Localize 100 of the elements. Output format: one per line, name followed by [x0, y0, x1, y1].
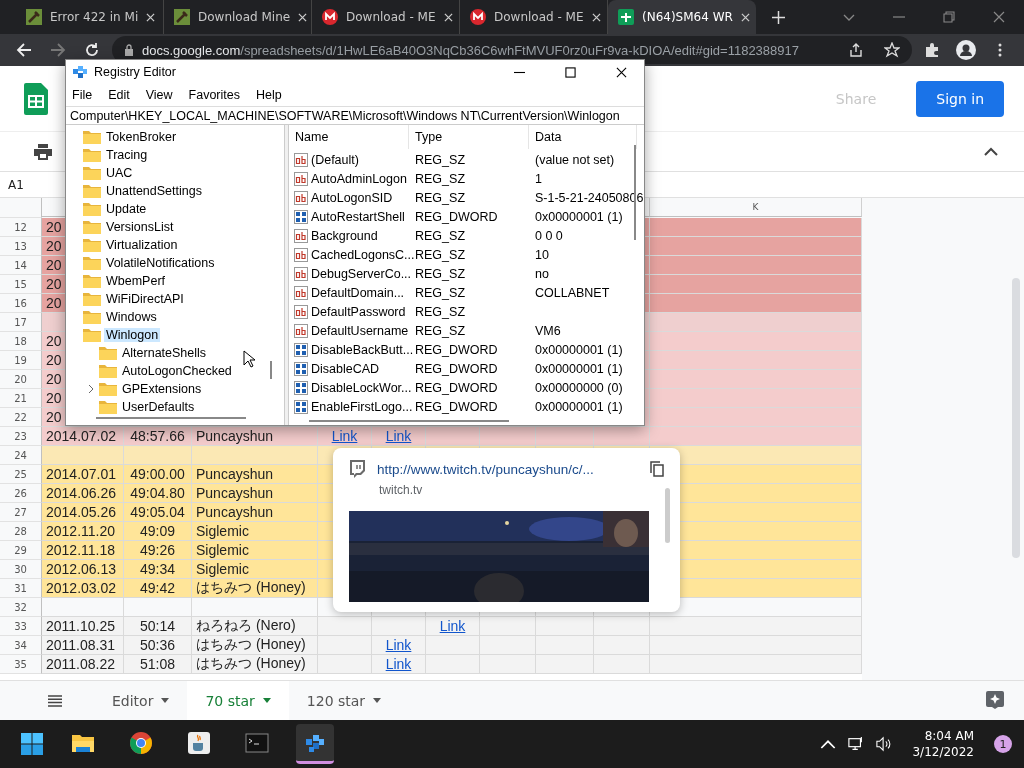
value-name[interactable]: DisableCAD [311, 361, 380, 376]
tree-item[interactable]: UserDefaults [120, 400, 197, 414]
menu-item[interactable]: Favorites [188, 88, 240, 102]
link[interactable]: Link [331, 428, 358, 444]
table-cell: はちみつ (Honey) [196, 579, 306, 597]
link[interactable]: Link [385, 428, 412, 444]
puzzle-icon[interactable] [924, 42, 940, 58]
scrollbar[interactable] [96, 417, 246, 419]
copy-icon[interactable] [650, 461, 664, 477]
tree-item[interactable]: Winlogon [104, 328, 161, 342]
tree-item[interactable]: WiFiDirectAPI [104, 292, 186, 306]
menu-item[interactable]: Edit [108, 88, 130, 102]
sheet-tab[interactable]: 120 star [288, 681, 400, 720]
monitor-icon[interactable] [848, 736, 865, 752]
sheets-logo-icon[interactable] [24, 82, 48, 115]
row-number: 19 [14, 354, 27, 366]
address-field[interactable]: Computer\HKEY_LOCAL_MACHINE\SOFTWARE\Microsoft\Windows NT\CurrentVersion\Winlogon [66, 106, 644, 125]
notification-badge[interactable]: 1 [994, 735, 1012, 753]
reload-icon[interactable] [84, 42, 100, 58]
column-header[interactable]: Type [409, 125, 529, 149]
preview-link[interactable]: http://www.twitch.tv/puncayshun/c/... [377, 461, 638, 477]
value-name[interactable]: DefaultUsername [311, 323, 409, 338]
column-header[interactable]: Name [289, 125, 409, 149]
scrollbar[interactable] [309, 420, 509, 422]
window-title: Registry Editor [94, 65, 176, 79]
expand-icon[interactable] [88, 384, 94, 394]
menu-icon[interactable] [48, 694, 62, 707]
value-data: no [535, 266, 549, 281]
close-icon[interactable] [616, 66, 627, 78]
table-cell: 49:00.00 [130, 466, 185, 482]
tree-item[interactable]: GPExtensions [120, 382, 204, 396]
sign-in-button[interactable]: Sign in [916, 80, 1004, 117]
menu-item[interactable]: File [72, 88, 93, 102]
browser-tab[interactable]: (N64)SM64 WR [608, 0, 756, 34]
tree-item[interactable]: VolatileNotifications [104, 256, 217, 270]
tree-item[interactable]: TokenBroker [104, 130, 179, 144]
value-name[interactable]: EnableFirstLogo... [311, 399, 413, 414]
value-name[interactable]: Background [311, 228, 378, 243]
sheet-tab[interactable]: Editor [94, 681, 188, 720]
tree-item[interactable]: AutoLogonChecked [120, 364, 234, 378]
tree-item[interactable]: Update [104, 202, 149, 216]
profile-icon[interactable] [956, 40, 976, 60]
clock-time[interactable]: 8:04 AM [924, 729, 974, 743]
table-cell: 50:36 [139, 637, 175, 653]
value-name[interactable]: DisableLockWor... [311, 380, 412, 395]
scrollbar[interactable] [634, 145, 636, 240]
maximize-icon[interactable] [565, 66, 576, 78]
tree-item[interactable]: WbemPerf [104, 274, 168, 288]
value-type: REG_DWORD [415, 361, 498, 376]
sheet-tab[interactable]: 70 star [187, 681, 289, 720]
table-cell: 48:57.66 [130, 428, 185, 444]
row-number: 25 [14, 468, 27, 480]
value-name[interactable]: DebugServerCo... [311, 266, 412, 281]
value-name[interactable]: AutoLogonSID [311, 190, 393, 205]
print-icon[interactable] [34, 143, 52, 160]
table-cell: 20 [46, 219, 62, 235]
tree-item[interactable]: Virtualization [104, 238, 180, 252]
value-name[interactable]: AutoRestartShell [311, 209, 405, 224]
chevron-up-icon[interactable] [984, 146, 998, 157]
value-name[interactable]: AutoAdminLogon [311, 171, 407, 186]
value-type: REG_SZ [415, 247, 465, 262]
forward-icon[interactable] [50, 42, 66, 58]
menu-item[interactable]: View [145, 88, 173, 102]
scrollbar[interactable] [270, 361, 272, 379]
tree-item[interactable]: Tracing [104, 148, 150, 162]
link[interactable]: Link [439, 618, 466, 634]
menu-item[interactable]: Help [256, 88, 282, 102]
caret-icon [161, 698, 170, 703]
tree-item[interactable]: UnattendSettings [104, 184, 204, 198]
start-icon[interactable] [20, 732, 44, 756]
value-name[interactable]: DefaultDomain... [311, 285, 405, 300]
address-bar[interactable]: docs.google.com/spreadsheets/d/1HwLE6aB40O3NqCb36C6whFtMVUF0rz0uFr9va-kDIOA/edit#gid=1182388917 [112, 36, 912, 64]
value-name[interactable]: CachedLogonsC... [311, 247, 415, 262]
explore-icon[interactable] [986, 690, 1004, 711]
table-cell: 20 [46, 352, 62, 368]
scrollbar[interactable] [665, 488, 670, 543]
name-box[interactable]: A1 [8, 177, 24, 192]
clock-date[interactable]: 3/12/2022 [912, 745, 974, 759]
value-type: REG_SZ [415, 285, 465, 300]
table-cell: 2012.06.13 [46, 561, 117, 577]
link[interactable]: Link [385, 637, 412, 653]
coffee-cup-icon [187, 730, 211, 755]
registry-icon [72, 64, 88, 80]
column-header[interactable]: K [752, 202, 759, 212]
link[interactable]: Link [385, 656, 412, 672]
star-icon[interactable] [884, 42, 900, 58]
row-number: 29 [14, 544, 27, 556]
tree-item[interactable]: VersionsList [104, 220, 176, 234]
value-name[interactable]: (Default) [311, 152, 359, 167]
scrollbar[interactable] [1012, 278, 1020, 558]
share-icon[interactable] [848, 42, 864, 58]
new-tab-icon[interactable] [772, 10, 785, 24]
value-name[interactable]: DefaultPassword [311, 304, 406, 319]
tree-item[interactable]: Windows [104, 310, 159, 324]
volume-icon[interactable] [876, 736, 893, 752]
tree-item[interactable]: UAC [104, 166, 135, 180]
back-icon[interactable] [16, 42, 32, 58]
restore-icon[interactable] [943, 11, 955, 23]
value-name[interactable]: DisableBackButt... [311, 342, 414, 357]
tree-item[interactable]: AlternateShells [120, 346, 209, 360]
